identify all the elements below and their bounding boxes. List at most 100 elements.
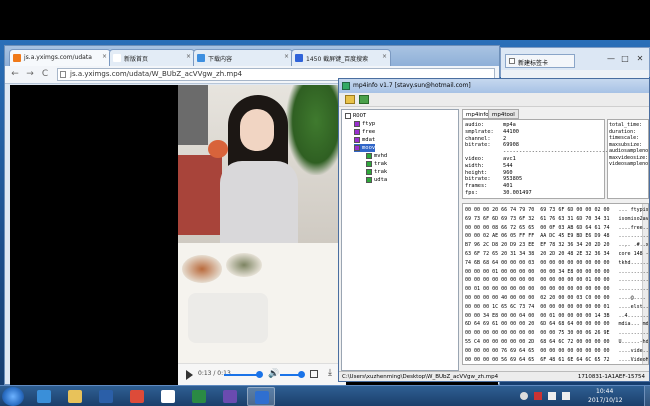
taskbar-app-button[interactable] — [216, 387, 244, 406]
show-desktop-button[interactable] — [644, 386, 650, 406]
close-button[interactable]: ✕ — [634, 54, 646, 64]
details-pane: mp4info mp4tool audio: mp4a smplrate: 44100… — [462, 109, 649, 371]
status-info: 1710831-1A1AEF-15754 — [577, 374, 645, 380]
hex-row: 00 00 00 20 66 74 79 70 69 73 6F 6D 00 0… — [465, 207, 649, 213]
tab-close-icon[interactable]: × — [102, 53, 107, 60]
tree-node-moov[interactable]: moov — [354, 144, 376, 152]
tree-node-udta[interactable]: udta — [366, 176, 387, 184]
info-key: audio: — [465, 122, 485, 128]
open-file-icon[interactable] — [359, 95, 369, 104]
info-row: frames: 401 — [465, 183, 513, 189]
mp4info-window[interactable]: mp4info v1.7 [stavy.sun@hotmail.com] ROO… — [338, 78, 650, 382]
node-icon — [354, 128, 360, 135]
tab-mp4tool[interactable]: mp4tool — [488, 109, 519, 119]
mp4info-titlebar[interactable]: mp4info v1.7 [stavy.sun@hotmail.com] — [339, 79, 649, 93]
node-icon — [366, 176, 372, 183]
sound-icon[interactable] — [562, 392, 570, 400]
taskbar-explorer-button[interactable] — [61, 387, 89, 406]
video-controls: 0:13 / 0:13 🔊 ⤓ — [178, 363, 346, 385]
tree-node-trak[interactable]: trak — [366, 160, 387, 168]
info-value: avc1 — [503, 156, 516, 162]
taskbar-mp4info-button[interactable] — [247, 387, 275, 406]
info-key: width: — [465, 162, 485, 169]
node-icon — [354, 144, 360, 151]
background-browser-window[interactable]: 新建标签卡 — □ ✕ — [500, 47, 650, 78]
tab-baidu-search[interactable]: 1450 截屏键_百度搜索 × — [291, 49, 391, 66]
node-icon — [366, 168, 372, 175]
tab-favicon — [113, 54, 121, 62]
bg-tab-label: 新建标签卡 — [518, 60, 549, 67]
info-value: 69908 — [503, 142, 519, 149]
tab-label: js.a.yximgs.com/udata — [24, 54, 92, 61]
document-icon — [161, 390, 175, 403]
taskbar-ie-button[interactable] — [30, 387, 58, 406]
bg-tab[interactable]: 新建标签卡 — [505, 54, 575, 68]
taskbar-chrome-button[interactable] — [123, 387, 151, 406]
video-apple — [208, 140, 228, 158]
reload-button[interactable]: C — [39, 68, 51, 80]
tab-close-icon[interactable]: × — [186, 53, 191, 60]
tree-node-free[interactable]: free — [354, 128, 375, 136]
hex-row: 00 00 00 1C 65 6C 73 74 00 00 00 00 00 0… — [465, 303, 649, 310]
antivirus-icon[interactable] — [534, 392, 542, 400]
tab-favicon — [13, 54, 21, 62]
summary-field: timescale: — [609, 135, 640, 141]
taskbar-media-button[interactable] — [92, 387, 120, 406]
tree-node-root[interactable]: ROOT — [345, 112, 366, 120]
hex-row: 63 6F 72 65 20 31 34 38 20 2D 20 48 2E 3… — [465, 251, 649, 257]
screen: 新建标签卡 — □ ✕ js.a.yximgs.com/udata × 新版首页… — [0, 0, 650, 406]
hex-row: 00 00 00 00 76 69 64 65 00 00 00 00 00 0… — [465, 347, 649, 354]
summary-field: videosampleno — [609, 161, 649, 167]
summary-field: maxvideosize: — [609, 154, 649, 161]
volume-icon[interactable]: 🔊 — [268, 369, 279, 379]
info-row: audio: mp4a — [465, 122, 516, 128]
tree-node-mdat[interactable]: mdat — [354, 136, 375, 144]
volume-handle[interactable] — [298, 371, 305, 378]
node-icon — [354, 136, 360, 143]
tab-video[interactable]: js.a.yximgs.com/udata × — [9, 49, 111, 66]
play-icon[interactable] — [186, 370, 193, 380]
info-value: 44100 — [503, 128, 519, 135]
url-text: js.a.yximgs.com/udata/W_BUbZ_acVVgw_zh.m… — [70, 70, 243, 78]
taskbar: 10:44 2017/10/12 — [0, 385, 650, 406]
download-icon[interactable]: ⤓ — [328, 367, 332, 379]
back-button[interactable]: ← — [9, 68, 21, 80]
tab-close-icon[interactable]: × — [382, 53, 387, 60]
tab-strip: js.a.yximgs.com/udata × 新版首页 × 下载内容 × 14… — [5, 46, 499, 66]
hex-view[interactable]: 00 00 00 20 66 74 79 70 69 73 6F 6D 00 0… — [462, 203, 649, 365]
hex-row: 00 00 00 00 56 69 64 65 6F 48 61 6E 64 6… — [465, 356, 649, 363]
seek-handle[interactable] — [256, 371, 263, 378]
detail-tabs: mp4info mp4tool — [462, 109, 649, 119]
info-row: channel: 2 — [465, 136, 506, 142]
start-button[interactable] — [2, 387, 24, 406]
tab-downloads[interactable]: 下载内容 × — [193, 49, 293, 66]
info-key: bitrate: — [465, 176, 491, 183]
media-icon — [99, 390, 113, 403]
video-face — [240, 109, 274, 151]
info-key: channel: — [465, 135, 491, 142]
tree-node-mvhd[interactable]: mvhd — [366, 152, 387, 160]
atom-tree[interactable]: ROOT ftyp free mdat moov mvhd trak trak … — [341, 109, 459, 371]
hex-row: 00 00 00 01 00 00 00 00 00 00 34 E8 00 0… — [465, 268, 649, 275]
open-folder-icon[interactable] — [345, 95, 355, 104]
tree-node-ftyp[interactable]: ftyp — [354, 120, 375, 128]
maximize-button[interactable]: □ — [619, 54, 631, 64]
taskbar-excel-button[interactable] — [185, 387, 213, 406]
minimize-button[interactable]: — — [605, 54, 617, 64]
info-value: 401 — [503, 183, 513, 190]
info-key: height: — [465, 169, 488, 176]
video-player[interactable]: 0:13 / 0:13 🔊 ⤓ — [178, 85, 346, 385]
network-icon[interactable] — [548, 392, 556, 400]
excel-icon — [192, 390, 206, 403]
info-row: smplrate: 44100 — [465, 129, 519, 135]
tab-home[interactable]: 新版首页 × — [109, 49, 195, 66]
forward-button[interactable]: → — [24, 68, 36, 80]
fullscreen-icon[interactable] — [310, 370, 318, 378]
info-row: ------------------------------------ — [465, 149, 618, 155]
tree-node-trak[interactable]: trak — [366, 168, 387, 176]
tab-close-icon[interactable]: × — [284, 53, 289, 60]
help-icon[interactable] — [520, 392, 528, 400]
seek-bar[interactable] — [224, 374, 258, 376]
video-sofa — [178, 155, 222, 235]
taskbar-document-button[interactable] — [154, 387, 182, 406]
